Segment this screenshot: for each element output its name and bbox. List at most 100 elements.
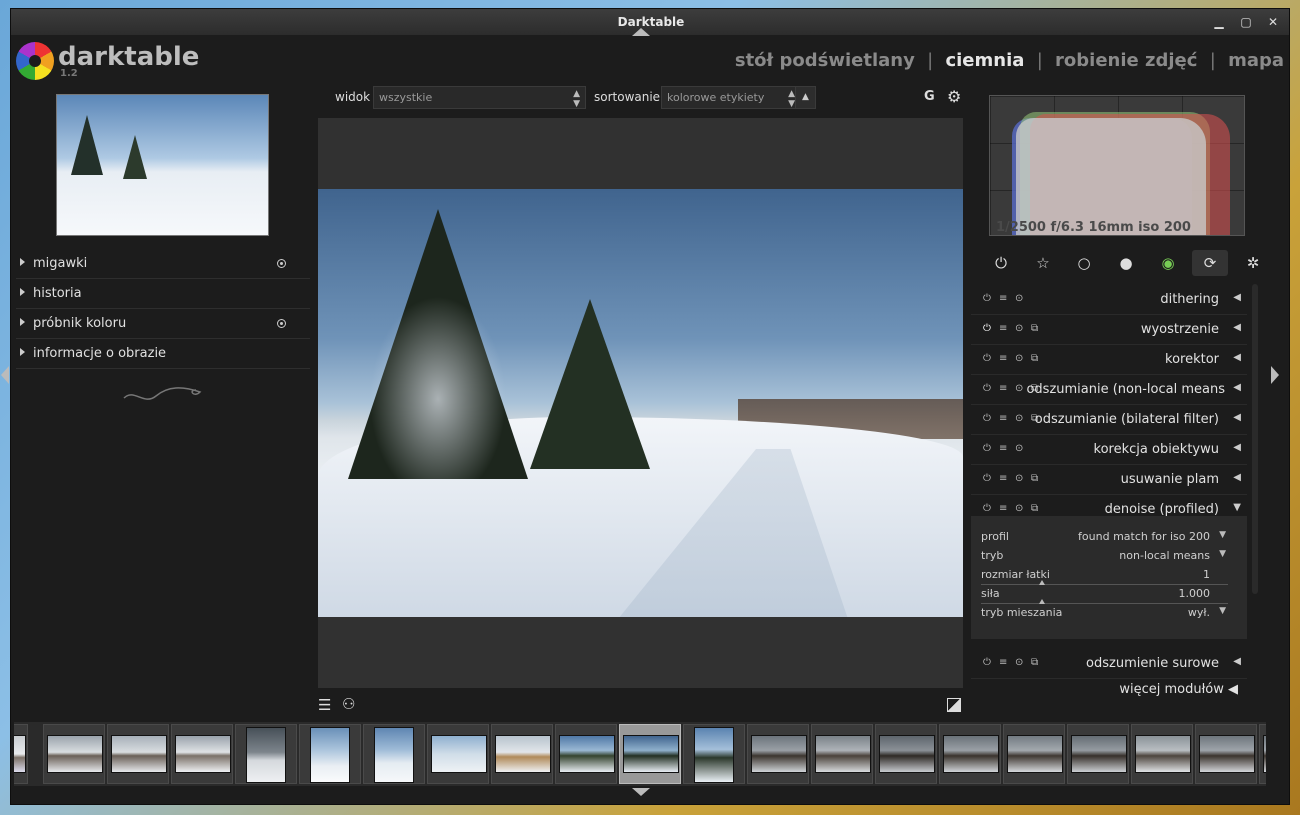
power-icon[interactable]: ⏻ <box>983 443 991 454</box>
filmstrip-thumbnail[interactable] <box>14 724 28 784</box>
duplicate-icon[interactable]: ⧉ <box>1031 473 1038 484</box>
filmstrip-thumbnail[interactable] <box>1067 724 1129 784</box>
module-lens-correction[interactable]: ⏻ ≡ ⊙ korekcja obiektywu ◀ <box>971 435 1247 465</box>
reset-icon[interactable]: ⊙ <box>1015 353 1023 364</box>
filmstrip-thumbnail[interactable] <box>1003 724 1065 784</box>
view-tethering[interactable]: robienie zdjęć <box>1055 50 1197 71</box>
right-panel-scrollbar[interactable] <box>1252 284 1258 594</box>
presets-icon[interactable]: ≡ <box>999 353 1007 364</box>
reset-icon[interactable]: ⊙ <box>1015 323 1023 334</box>
filmstrip-thumbnail[interactable] <box>171 724 233 784</box>
presets-icon[interactable]: ≡ <box>999 323 1007 334</box>
module-spot-removal[interactable]: ⏻ ≡ ⊙ ⧉ usuwanie plam ◀ <box>971 465 1247 495</box>
power-icon[interactable]: ⏻ <box>983 250 1019 276</box>
collapse-arrow-icon[interactable]: ◀ <box>1233 382 1241 393</box>
filmstrip-thumbnail[interactable] <box>491 724 553 784</box>
presets-icon[interactable]: ≡ <box>999 657 1007 668</box>
histogram[interactable] <box>989 95 1245 236</box>
filmstrip-thumbnail[interactable] <box>427 724 489 784</box>
sort-direction-button[interactable]: ▲ <box>795 86 816 109</box>
param-profile[interactable]: profil found match for iso 200 ▼ <box>981 530 1228 548</box>
presets-icon[interactable]: ≡ <box>999 413 1007 424</box>
module-snapshots[interactable]: migawki <box>16 249 310 279</box>
view-map[interactable]: mapa <box>1228 50 1284 71</box>
power-icon[interactable]: ⏻ <box>983 353 991 364</box>
close-icon[interactable]: ✕ <box>1262 9 1284 35</box>
reset-icon[interactable] <box>277 319 286 328</box>
right-panel-toggle-icon[interactable] <box>1271 366 1279 384</box>
power-icon[interactable]: ⏻ <box>983 413 991 424</box>
dropdown-icon[interactable]: ▼ <box>1219 530 1226 540</box>
sphere-icon[interactable]: ● <box>1108 250 1144 276</box>
color-wheel-icon[interactable]: ◉ <box>1150 250 1186 276</box>
collapse-arrow-icon[interactable]: ◀ <box>1233 412 1241 423</box>
module-sharpen[interactable]: ⏻ ≡ ⊙ ⧉ wyostrzenie ◀ <box>971 315 1247 345</box>
collapse-arrow-icon[interactable]: ◀ <box>1233 292 1241 303</box>
reset-icon[interactable]: ⊙ <box>1015 503 1023 514</box>
view-filter-combobox[interactable]: wszystkie ▲ ▼ <box>373 86 586 109</box>
filmstrip-thumbnail[interactable] <box>1259 724 1266 784</box>
navigation-thumbnail[interactable] <box>56 94 269 236</box>
overexposure-toggle-icon[interactable] <box>947 698 961 712</box>
collapse-arrow-icon[interactable]: ◀ <box>1233 352 1241 363</box>
power-icon[interactable]: ⏻ <box>983 503 991 514</box>
reset-icon[interactable]: ⊙ <box>1015 657 1023 668</box>
grouping-button[interactable]: G <box>924 89 935 104</box>
power-icon[interactable]: ⏻ <box>983 473 991 484</box>
left-panel-toggle-icon[interactable] <box>1 366 9 384</box>
duplicate-icon[interactable]: ⧉ <box>1031 353 1038 364</box>
power-icon[interactable]: ⏻ <box>983 323 991 334</box>
correct-icon[interactable]: ⟳ <box>1192 250 1228 276</box>
star-icon[interactable]: ☆ <box>1025 250 1061 276</box>
presets-icon[interactable]: ≡ <box>999 443 1007 454</box>
circle-icon[interactable]: ○ <box>1066 250 1102 276</box>
styles-list-icon[interactable]: ☰ <box>318 696 331 714</box>
reset-icon[interactable]: ⊙ <box>1015 413 1023 424</box>
filmstrip-thumbnail[interactable] <box>299 724 361 784</box>
top-panel-toggle-icon[interactable] <box>632 28 650 36</box>
slider-track[interactable] <box>981 584 1228 585</box>
filmstrip[interactable] <box>14 722 1266 786</box>
filmstrip-thumbnail[interactable] <box>747 724 809 784</box>
collapse-arrow-icon[interactable]: ◀ <box>1233 322 1241 333</box>
presets-icon[interactable]: ≡ <box>999 473 1007 484</box>
minimize-icon[interactable]: ▁ <box>1208 9 1230 35</box>
param-patch-size-slider[interactable]: rozmiar łatki 1 <box>981 568 1228 586</box>
duplicate-icon[interactable]: ⧉ <box>1031 323 1038 334</box>
reset-icon[interactable]: ⊙ <box>1015 293 1023 304</box>
reset-icon[interactable]: ⊙ <box>1015 473 1023 484</box>
bottom-panel-toggle-icon[interactable] <box>632 788 650 796</box>
slider-knob[interactable] <box>1039 599 1045 604</box>
param-blend-mode[interactable]: tryb mieszania wył. ▼ <box>981 606 1228 624</box>
duplicate-icon[interactable]: ⧉ <box>1031 503 1038 514</box>
module-raw-denoise[interactable]: ⏻ ≡ ⊙ ⧉ odszumienie surowe ◀ <box>971 649 1247 679</box>
slider-knob[interactable] <box>1039 580 1045 585</box>
power-icon[interactable]: ⏻ <box>983 383 991 394</box>
dropdown-icon[interactable]: ▼ <box>1219 606 1226 616</box>
filmstrip-thumbnail[interactable] <box>811 724 873 784</box>
module-denoise-nlmeans[interactable]: ⏻ ≡ ⊙ ⧉ odszumianie (non-local means ◀ <box>971 375 1247 405</box>
filmstrip-thumbnail[interactable] <box>107 724 169 784</box>
filmstrip-thumbnail[interactable] <box>43 724 105 784</box>
expand-arrow-icon[interactable]: ▼ <box>1233 502 1241 513</box>
filmstrip-thumbnail[interactable] <box>1131 724 1193 784</box>
filmstrip-thumbnail[interactable] <box>363 724 425 784</box>
presets-icon[interactable]: ≡ <box>999 503 1007 514</box>
gear-icon[interactable]: ⚙ <box>947 89 961 105</box>
collapse-arrow-icon[interactable]: ◀ <box>1233 656 1241 667</box>
module-image-information[interactable]: informacje o obrazie <box>16 339 310 369</box>
duplicate-icon[interactable]: ⧉ <box>1031 657 1038 668</box>
module-denoise-bilateral[interactable]: ⏻ ≡ ⊙ ⧉ odszumianie (bilateral filter) ◀ <box>971 405 1247 435</box>
reset-icon[interactable] <box>277 259 286 268</box>
filmstrip-thumbnail-selected[interactable] <box>619 724 681 784</box>
maximize-icon[interactable]: ▢ <box>1235 9 1257 35</box>
dropdown-icon[interactable]: ▼ <box>1219 549 1226 559</box>
filmstrip-thumbnail[interactable] <box>875 724 937 784</box>
module-history[interactable]: historia <box>16 279 310 309</box>
slider-track[interactable] <box>981 603 1228 604</box>
collapse-arrow-icon[interactable]: ◀ <box>1233 472 1241 483</box>
reset-icon[interactable]: ⊙ <box>1015 383 1023 394</box>
presets-icon[interactable]: ≡ <box>999 293 1007 304</box>
sort-combobox[interactable]: kolorowe etykiety ▲ ▼ <box>661 86 801 109</box>
effect-icon[interactable]: ✲ <box>1235 250 1271 276</box>
